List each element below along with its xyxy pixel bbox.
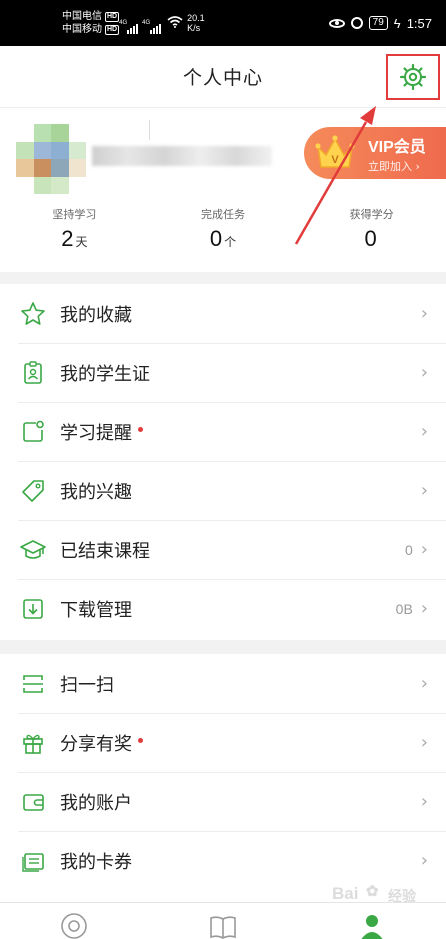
chevron-right-icon: › <box>420 598 428 619</box>
status-right: 79 ϟ 1:57 <box>328 15 432 31</box>
wifi-icon <box>167 15 183 31</box>
settings-button[interactable] <box>386 54 440 100</box>
signal-icon: 4G <box>119 20 139 34</box>
stat-label: 获得学分 <box>349 208 394 221</box>
notification-dot <box>138 738 143 743</box>
coupon-icon <box>18 846 48 876</box>
menu-group-account: 扫一扫 › 分享有奖 › 我的账户 › 我的卡券 › <box>0 654 446 902</box>
stat-label: 坚持学习 <box>52 208 97 221</box>
watermark: Bai ✿ 经验 <box>332 883 416 904</box>
menu-item-interests[interactable]: 我的兴趣 › <box>0 461 446 520</box>
stat-credits[interactable]: 获得学分 0 <box>297 206 446 266</box>
star-icon <box>18 299 48 329</box>
alarm-icon <box>350 17 363 29</box>
carrier-info: 中国电信 HD 中国移动 HD <box>62 10 120 36</box>
nav-tab-discover[interactable] <box>0 903 149 939</box>
header: 个人中心 <box>0 46 446 108</box>
nav-tab-study[interactable] <box>149 903 298 939</box>
menu-item-downloads[interactable]: 下载管理 0B › <box>0 579 446 638</box>
stat-label: 完成任务 <box>201 208 245 221</box>
menu-label: 学习提醒 <box>60 422 132 444</box>
stat-value: 2 <box>61 226 74 251</box>
chevron-right-icon: › <box>420 362 428 383</box>
menu-label: 分享有奖 <box>60 733 132 755</box>
eye-icon <box>328 18 345 28</box>
profile-section: V VIP会员 立即加入 › 坚持学习 2天 完成任务 0个 获得学分 0 <box>0 108 446 272</box>
menu-item-share-rewards[interactable]: 分享有奖 › <box>0 713 446 772</box>
disc-icon <box>61 913 88 939</box>
carrier-2: 中国移动 <box>62 24 102 35</box>
menu-item-study-reminder[interactable]: 学习提醒 › <box>0 402 446 461</box>
finished-courses-count: 0 <box>405 541 413 558</box>
student-card-icon <box>18 358 48 388</box>
menu-label: 我的账户 <box>60 792 132 814</box>
menu-label: 我的学生证 <box>60 363 150 385</box>
gear-icon <box>399 63 427 91</box>
charging-icon: ϟ <box>393 15 401 31</box>
chevron-right-icon: › <box>420 791 428 812</box>
stat-completed-tasks[interactable]: 完成任务 0个 <box>149 206 298 266</box>
menu-label: 已结束课程 <box>60 540 150 562</box>
menu-item-finished-courses[interactable]: 已结束课程 0 › <box>0 520 446 579</box>
paw-icon: ✿ <box>366 883 379 900</box>
menu-item-favorites[interactable]: 我的收藏 › <box>0 284 446 343</box>
vip-join-button[interactable]: V VIP会员 立即加入 › <box>304 127 446 179</box>
clock: 1:57 <box>406 15 432 31</box>
chevron-right-icon: › <box>420 539 428 560</box>
menu-label: 扫一扫 <box>60 674 114 696</box>
chevron-right-icon: › <box>420 673 428 694</box>
signal-icon: 4G <box>142 20 162 34</box>
svg-text:V: V <box>331 154 339 166</box>
signal-icons: 4G 4G <box>119 12 162 34</box>
stat-value: 0 <box>209 226 223 251</box>
vip-title: VIP会员 <box>368 139 426 156</box>
username-blurred <box>92 146 272 166</box>
stat-divider <box>149 120 150 140</box>
chevron-right-icon: › <box>420 421 428 442</box>
stat-unit: 天 <box>75 235 88 249</box>
tag-icon <box>18 476 48 506</box>
graduation-cap-icon <box>18 535 48 565</box>
vip-subtitle: 立即加入 › <box>368 160 420 173</box>
wallet-icon <box>18 787 48 817</box>
gift-icon <box>18 728 48 758</box>
download-size: 0B <box>395 600 413 617</box>
scan-icon <box>18 669 48 699</box>
hd-badge: HD <box>105 11 120 22</box>
menu-group-learning: 我的收藏 › 我的学生证 › 学习提醒 › 我的兴趣 › 已结束课程 0 › 下… <box>0 284 446 640</box>
menu-label: 我的卡券 <box>60 851 132 873</box>
chevron-right-icon: › <box>420 303 428 324</box>
chevron-right-icon: › <box>420 480 428 501</box>
notification-dot <box>138 427 143 432</box>
reminder-icon <box>18 417 48 447</box>
menu-item-account[interactable]: 我的账户 › <box>0 772 446 831</box>
battery-icon: 79 <box>368 16 388 30</box>
crown-icon: V <box>315 135 355 168</box>
network-speed: 20.1 K/s <box>187 13 205 33</box>
stat-value: 0 <box>364 226 377 251</box>
avatar[interactable] <box>16 124 86 194</box>
carrier-1: 中国电信 <box>62 11 102 22</box>
menu-item-student-card[interactable]: 我的学生证 › <box>0 343 446 402</box>
menu-item-scan[interactable]: 扫一扫 › <box>0 654 446 713</box>
stat-unit: 个 <box>224 235 237 249</box>
menu-label: 我的收藏 <box>60 304 132 326</box>
stats-row: 坚持学习 2天 完成任务 0个 获得学分 0 <box>0 206 446 266</box>
menu-label: 下载管理 <box>60 599 132 621</box>
status-bar: 中国电信 HD 中国移动 HD 4G 4G 20.1 K/s 79 ϟ 1:57 <box>0 0 446 46</box>
menu-label: 我的兴趣 <box>60 481 132 503</box>
chevron-right-icon: › <box>420 732 428 753</box>
download-icon <box>18 594 48 624</box>
hd-badge: HD <box>105 24 120 35</box>
book-icon <box>210 916 236 939</box>
chevron-right-icon: › <box>420 850 428 871</box>
stat-study-days[interactable]: 坚持学习 2天 <box>0 206 149 266</box>
page-title: 个人中心 <box>182 67 263 89</box>
